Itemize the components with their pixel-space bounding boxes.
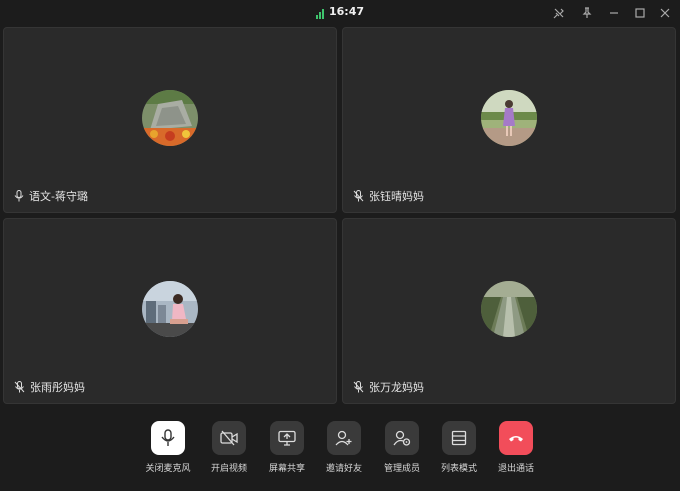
signal-icon xyxy=(315,6,325,19)
leave-call-button[interactable]: 退出通话 xyxy=(486,421,546,474)
participant-name: 张钰晴妈妈 xyxy=(369,190,424,203)
mute-label: 关闭麦克风 xyxy=(145,464,191,474)
title-bar: 16:47 xyxy=(0,0,680,26)
invite-label: 邀请好友 xyxy=(325,464,362,474)
avatar xyxy=(481,281,537,337)
participant-tile[interactable]: 张雨彤妈妈 xyxy=(3,218,337,404)
call-window: 16:47 语文-蒋守璐 张钰晴妈妈 张雨彤妈妈 张万龙妈妈 关闭麦克风 开启视… xyxy=(0,0,680,491)
close-icon[interactable] xyxy=(657,5,673,21)
microphone-muted-icon xyxy=(14,381,25,393)
minimize-icon[interactable] xyxy=(606,5,622,21)
participant-name: 语文-蒋守璐 xyxy=(29,190,88,203)
pin-icon[interactable] xyxy=(579,5,595,21)
share-label: 屏幕共享 xyxy=(268,464,305,474)
add-user-icon[interactable] xyxy=(327,421,361,455)
layout-label: 列表模式 xyxy=(440,464,477,474)
microphone-icon xyxy=(14,190,24,202)
participant-name: 张万龙妈妈 xyxy=(369,381,424,394)
list-mode-button[interactable]: 列表模式 xyxy=(429,421,489,474)
invite-friends-button[interactable]: 邀请好友 xyxy=(314,421,374,474)
start-video-button[interactable]: 开启视频 xyxy=(199,421,259,474)
microphone-muted-icon xyxy=(353,190,364,202)
leave-label: 退出通话 xyxy=(497,464,534,474)
microphone-icon[interactable] xyxy=(151,421,185,455)
participant-label: 张雨彤妈妈 xyxy=(14,379,85,395)
manage-users-icon[interactable] xyxy=(385,421,419,455)
call-toolbar: 关闭麦克风 开启视频 屏幕共享 邀请好友 管理成员 列表模式 退出通话 xyxy=(0,414,680,491)
participant-tile[interactable]: 张钰晴妈妈 xyxy=(342,27,676,213)
video-label: 开启视频 xyxy=(210,464,247,474)
screen-share-icon[interactable] xyxy=(270,421,304,455)
maximize-icon[interactable] xyxy=(632,5,648,21)
manage-label: 管理成员 xyxy=(383,464,420,474)
participant-tile[interactable]: 语文-蒋守璐 xyxy=(3,27,337,213)
participant-tile[interactable]: 张万龙妈妈 xyxy=(342,218,676,404)
status-clock: 16:47 xyxy=(0,5,680,19)
screen-share-button[interactable]: 屏幕共享 xyxy=(257,421,317,474)
participant-label: 张钰晴妈妈 xyxy=(353,188,424,204)
unpin-icon[interactable] xyxy=(551,5,567,21)
participant-label: 语文-蒋守璐 xyxy=(14,188,88,204)
avatar xyxy=(142,90,198,146)
participant-label: 张万龙妈妈 xyxy=(353,379,424,395)
video-off-icon[interactable] xyxy=(212,421,246,455)
microphone-muted-icon xyxy=(353,381,364,393)
hang-up-icon[interactable] xyxy=(499,421,533,455)
avatar xyxy=(481,90,537,146)
time-text: 16:47 xyxy=(328,5,364,18)
list-layout-icon[interactable] xyxy=(442,421,476,455)
avatar xyxy=(142,281,198,337)
participant-name: 张雨彤妈妈 xyxy=(30,381,85,394)
mute-microphone-button[interactable]: 关闭麦克风 xyxy=(138,421,198,474)
manage-members-button[interactable]: 管理成员 xyxy=(372,421,432,474)
